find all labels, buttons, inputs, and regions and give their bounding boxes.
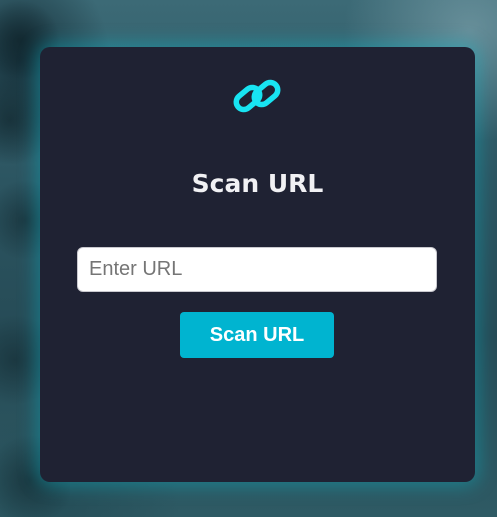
url-input[interactable] bbox=[77, 247, 437, 292]
page-title: Scan URL bbox=[191, 169, 324, 198]
scan-url-button[interactable]: Scan URL bbox=[180, 312, 334, 358]
link-icon bbox=[233, 79, 281, 113]
